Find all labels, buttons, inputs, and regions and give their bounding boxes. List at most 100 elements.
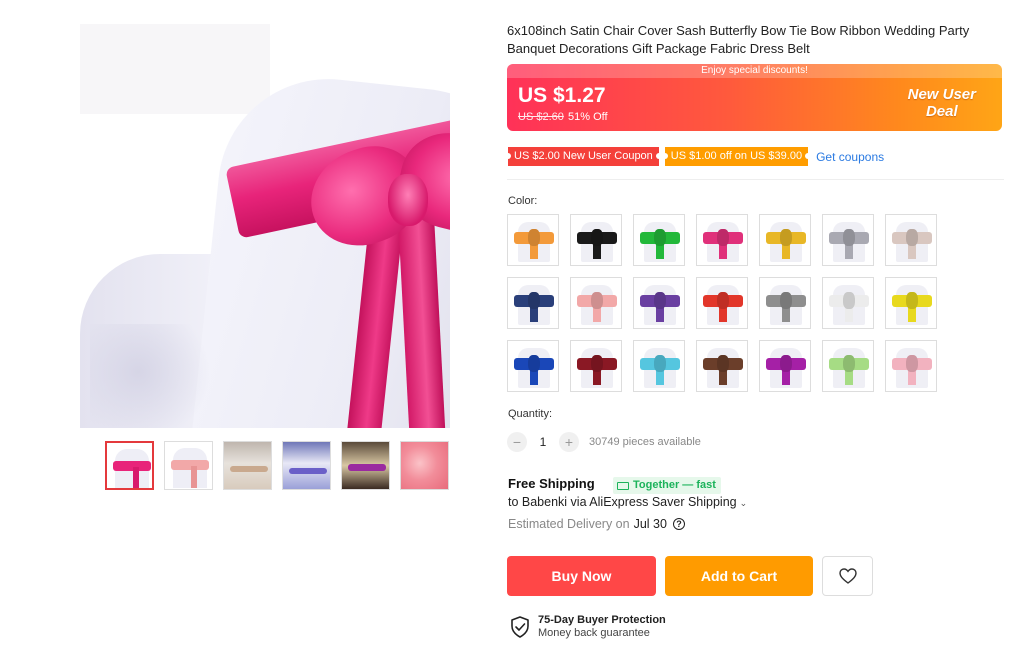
deal-line-2: Deal [925, 103, 958, 120]
quantity-increase-button[interactable]: + [559, 432, 579, 452]
color-swatch-21[interactable] [885, 340, 937, 392]
quantity-decrease-button[interactable]: − [507, 432, 527, 452]
thumb-tail [133, 467, 139, 488]
together-fast-label: Together — fast [633, 479, 716, 491]
swatch-knot [717, 355, 729, 372]
quantity-value[interactable]: 1 [527, 435, 559, 449]
discount-banner-text: Enjoy special discounts! [507, 64, 1002, 78]
swatch-knot [717, 292, 729, 309]
swatch-knot [591, 355, 603, 372]
color-swatch-3[interactable] [633, 214, 685, 266]
swatch-knot [906, 292, 918, 309]
thumb-sash [230, 466, 268, 472]
color-label: Color: [508, 195, 538, 207]
swatch-knot [591, 292, 603, 309]
color-swatch-5[interactable] [759, 214, 811, 266]
color-swatch-grid [507, 214, 947, 392]
thumbnail-strip [105, 441, 449, 490]
color-swatch-16[interactable] [570, 340, 622, 392]
bow-knot [388, 174, 428, 226]
current-price: US $1.27 [518, 84, 606, 107]
quantity-stepper: − 1 + 30749 pieces available [507, 432, 701, 452]
swatch-knot [843, 355, 855, 372]
protection-title: 75-Day Buyer Protection [538, 614, 666, 626]
delivery-date: Jul 30 [633, 517, 667, 531]
shipping-title: Free Shipping [508, 476, 595, 491]
thumb-banquet-scene [283, 442, 330, 489]
discount-percent: 51% Off [568, 111, 608, 123]
color-swatch-13[interactable] [822, 277, 874, 329]
quantity-label: Quantity: [508, 408, 553, 420]
color-swatch-2[interactable] [570, 214, 622, 266]
image-background [80, 24, 270, 114]
color-swatch-12[interactable] [759, 277, 811, 329]
new-user-deal-badge: New User Deal [908, 86, 976, 120]
deal-line-1: New User [907, 86, 976, 103]
original-price: US $2.60 [518, 111, 564, 123]
thumb-fabric-closeup [401, 442, 448, 489]
help-icon[interactable]: ? [672, 518, 685, 530]
color-swatch-1[interactable] [507, 214, 559, 266]
estimated-delivery: Estimated Delivery on Jul 30 ? [508, 517, 685, 531]
coupon-new-user[interactable]: US $2.00 New User Coupon [505, 147, 662, 166]
chair-shadow [90, 324, 210, 428]
swatch-knot [654, 292, 666, 309]
price-banner: Enjoy special discounts! US $1.27 US $2.… [507, 64, 1002, 131]
add-to-cart-button[interactable]: Add to Cart [665, 556, 813, 596]
heart-icon [838, 568, 857, 584]
color-swatch-8[interactable] [507, 277, 559, 329]
swatch-knot [780, 292, 792, 309]
thumb-tail [191, 466, 197, 488]
thumbnail-3[interactable] [223, 441, 272, 490]
swatch-knot [654, 229, 666, 246]
product-main-image[interactable] [80, 24, 450, 428]
thumbnail-2[interactable] [164, 441, 213, 490]
together-fast-badge: Together — fast [613, 477, 721, 494]
thumbnail-6[interactable] [400, 441, 449, 490]
color-swatch-15[interactable] [507, 340, 559, 392]
thumb-sash [171, 460, 209, 470]
thumbnail-1[interactable] [105, 441, 154, 490]
color-swatch-18[interactable] [696, 340, 748, 392]
coupon-row: US $2.00 New User Coupon US $1.00 off on… [505, 147, 884, 166]
swatch-knot [528, 355, 540, 372]
chevron-down-icon: ⌄ [739, 498, 748, 508]
swatch-knot [780, 229, 792, 246]
color-swatch-7[interactable] [885, 214, 937, 266]
thumb-sash [348, 464, 386, 471]
coupon-spend-threshold[interactable]: US $1.00 off on US $39.00 [661, 147, 812, 166]
estimated-delivery-label: Estimated Delivery on [508, 517, 630, 531]
stock-available: 30749 pieces available [589, 436, 701, 448]
shipping-destination-text: to Babenki via AliExpress Saver Shipping [508, 495, 737, 509]
color-swatch-19[interactable] [759, 340, 811, 392]
swatch-knot [528, 292, 540, 309]
thumbnail-5[interactable] [341, 441, 390, 490]
wishlist-button[interactable] [822, 556, 873, 596]
swatch-knot [843, 292, 855, 309]
divider [507, 179, 1004, 180]
truck-icon [617, 481, 629, 490]
product-title: 6x108inch Satin Chair Cover Sash Butterf… [507, 23, 970, 56]
color-swatch-9[interactable] [570, 277, 622, 329]
get-coupons-link[interactable]: Get coupons [816, 150, 884, 164]
thumb-sash [289, 468, 327, 474]
thumb-sash [113, 461, 151, 471]
color-swatch-14[interactable] [885, 277, 937, 329]
thumbnail-4[interactable] [282, 441, 331, 490]
shipping-destination[interactable]: to Babenki via AliExpress Saver Shipping… [508, 495, 747, 509]
swatch-knot [717, 229, 729, 246]
color-swatch-11[interactable] [696, 277, 748, 329]
swatch-knot [591, 229, 603, 246]
swatch-knot [528, 229, 540, 246]
color-swatch-20[interactable] [822, 340, 874, 392]
swatch-knot [843, 229, 855, 246]
color-swatch-6[interactable] [822, 214, 874, 266]
swatch-knot [780, 355, 792, 372]
buyer-protection: 75-Day Buyer Protection Money back guara… [510, 614, 666, 640]
swatch-knot [654, 355, 666, 372]
color-swatch-4[interactable] [696, 214, 748, 266]
protection-subtitle: Money back guarantee [538, 627, 650, 639]
color-swatch-17[interactable] [633, 340, 685, 392]
color-swatch-10[interactable] [633, 277, 685, 329]
buy-now-button[interactable]: Buy Now [507, 556, 656, 596]
